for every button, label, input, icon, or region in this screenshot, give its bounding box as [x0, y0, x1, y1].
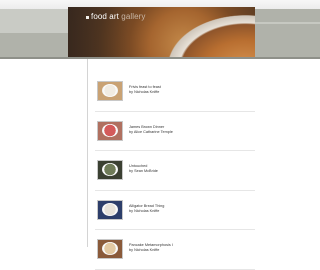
- item-author: by Nicholas Kniffe: [129, 208, 160, 213]
- item-title[interactable]: James Brown Dinner: [129, 125, 164, 129]
- list-item[interactable]: Pancake Metamorphosis I by Nicholas Knif…: [95, 230, 255, 270]
- item-thumbnail[interactable]: [97, 120, 123, 141]
- thumbnail-plate: [102, 84, 118, 97]
- item-title[interactable]: Frivis feast to feast: [129, 85, 161, 89]
- item-title[interactable]: Untouched: [129, 164, 147, 168]
- header-left-panel: [0, 9, 70, 33]
- item-author: by Nicholas Kniffe: [129, 90, 160, 94]
- item-author: by Sean McBride: [129, 169, 158, 173]
- thumbnail-plate: [102, 202, 118, 216]
- item-title[interactable]: Pancake Metamorphosis I: [129, 243, 173, 247]
- item-title[interactable]: Alligator Bread Thing: [129, 204, 164, 208]
- gallery-list: Frivis feast to feast by Nicholas Kniffe…: [95, 72, 255, 270]
- item-thumbnail[interactable]: [97, 239, 123, 259]
- list-item[interactable]: Frivis feast to feast by Nicholas Kniffe: [95, 72, 255, 112]
- list-item[interactable]: Untouched by Sean McBride: [95, 151, 255, 191]
- item-author: by Nicholas Kniffe: [129, 248, 160, 252]
- list-item[interactable]: James Brown Dinner by Alice Catharine Te…: [95, 112, 255, 151]
- site-logo[interactable]: food art gallery: [91, 12, 146, 21]
- thumbnail-plate: [102, 123, 118, 137]
- item-thumbnail[interactable]: [97, 81, 123, 101]
- banner-plate: [163, 12, 255, 57]
- header-banner-image: food art gallery: [68, 7, 255, 57]
- item-thumbnail[interactable]: [97, 160, 123, 180]
- item-thumbnail[interactable]: [97, 199, 123, 220]
- logo-mark: [86, 16, 89, 19]
- logo-word-light: gallery: [121, 12, 146, 21]
- column-divider: [87, 59, 88, 247]
- list-item[interactable]: Alligator Bread Thing by Nicholas Kniffe: [95, 191, 255, 230]
- thumbnail-plate: [102, 242, 118, 255]
- thumbnail-plate: [102, 163, 118, 176]
- item-author: by Alice Catharine Temple: [129, 129, 173, 134]
- logo-word-bold: food art: [91, 12, 119, 21]
